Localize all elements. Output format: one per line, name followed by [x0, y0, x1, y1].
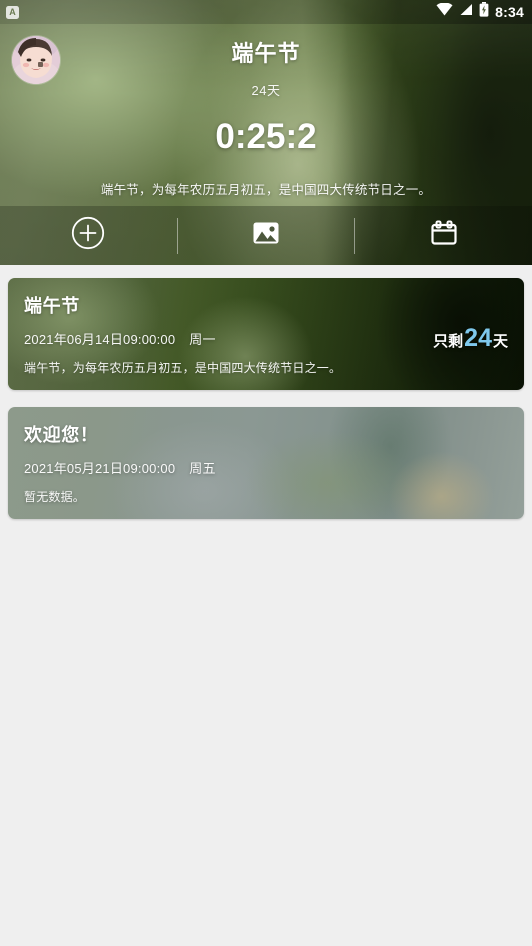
status-badge — [506, 453, 508, 482]
card-date: 2021年05月21日09:00:00 周五 — [24, 458, 508, 477]
card-content: 欢迎您！ 2021年05月21日09:00:00 周五 暂无数据。 — [8, 407, 524, 519]
remain-suffix: 天 — [492, 333, 508, 350]
status-bar-clock: 8:34 — [495, 4, 524, 20]
page-title: 端午节 — [231, 41, 301, 66]
plus-circle-icon — [71, 216, 105, 255]
hero-content: 端午节 24天 0:25:2 端午节，为每年农历五月初五，是中国四大传统节日之一… — [0, 36, 532, 198]
signal-icon — [459, 3, 473, 21]
card-description: 端午节，为每年农历五月初五，是中国四大传统节日之一。 — [24, 361, 342, 375]
calendar-button[interactable] — [355, 206, 532, 265]
status-bar-left: A — [6, 5, 19, 19]
event-list: 端午节 2021年06月14日09:00:00 周一 端午节，为每年农历五月初五，… — [0, 265, 532, 536]
status-bar: A 8:34 — [0, 0, 532, 24]
avatar[interactable] — [12, 36, 60, 84]
status-badge: 只剩24天 — [433, 324, 508, 353]
calendar-icon — [428, 217, 460, 254]
card-weekday: 周一 — [189, 332, 216, 347]
wifi-icon — [436, 2, 453, 21]
hero-header: A 8:34 端午节 24天 0:25:2 端午节，为每年农历五月初五，是中国四… — [0, 0, 532, 265]
add-button[interactable] — [0, 206, 177, 265]
gallery-button[interactable] — [178, 206, 355, 265]
card-title: 欢迎您！ — [24, 425, 99, 445]
status-bar-right: 8:34 — [436, 2, 524, 22]
table-row[interactable]: 欢迎您！ 2021年05月21日09:00:00 周五 暂无数据。 — [8, 407, 524, 519]
countdown-timer: 0:25:2 — [215, 117, 317, 156]
card-weekday: 周五 — [189, 461, 216, 476]
hero-days-label: 24天 — [251, 83, 281, 98]
card-date-value: 2021年05月21日09:00:00 — [24, 461, 176, 476]
card-title: 端午节 — [24, 296, 80, 316]
remain-days-number: 24 — [464, 324, 492, 352]
card-description: 暂无数据。 — [24, 490, 86, 504]
table-row[interactable]: 端午节 2021年06月14日09:00:00 周一 端午节，为每年农历五月初五，… — [8, 278, 524, 390]
app-screen: A 8:34 端午节 24天 0:25:2 端午节，为每年农历五月初五，是中国四… — [0, 0, 532, 946]
action-toolbar — [0, 206, 532, 265]
app-letter-icon: A — [6, 5, 19, 19]
avatar-photo — [12, 36, 60, 84]
card-date-value: 2021年06月14日09:00:00 — [24, 332, 176, 347]
hero-description: 端午节，为每年农历五月初五，是中国四大传统节日之一。 — [100, 183, 432, 197]
battery-charging-icon — [479, 2, 489, 22]
image-icon — [250, 217, 282, 254]
remain-prefix: 只剩 — [433, 333, 464, 350]
